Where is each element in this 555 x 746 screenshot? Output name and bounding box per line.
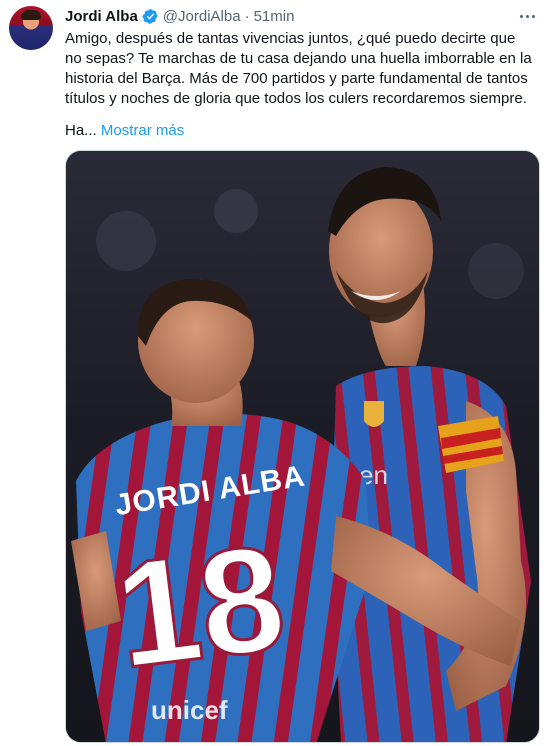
show-more-link[interactable]: Mostrar más [101, 122, 184, 139]
tweet[interactable]: Jordi Alba @JordiAlba · 51min Amigo, des… [0, 0, 555, 746]
author-avatar[interactable] [9, 6, 53, 50]
photo-illustration: ken JORDI ALBA 18 unicef [66, 151, 539, 742]
jersey-number: 18 [107, 512, 293, 699]
author-name[interactable]: Jordi Alba [65, 8, 138, 25]
separator-dot: · [244, 7, 250, 25]
author-handle[interactable]: @JordiAlba [163, 8, 241, 25]
tweet-header: Jordi Alba @JordiAlba · 51min [65, 6, 294, 26]
more-options-icon[interactable] [515, 6, 539, 26]
tweet-text: Amigo, después de tantas vivencias junto… [65, 30, 532, 107]
jersey-sponsor: unicef [151, 695, 228, 725]
verified-badge-icon [142, 8, 158, 24]
truncated-text: Ha... [65, 122, 97, 139]
tweet-photo[interactable]: ken JORDI ALBA 18 unicef [65, 150, 540, 743]
tweet-truncation: Ha... Mostrar más [65, 121, 184, 141]
tweet-timestamp[interactable]: 51min [254, 8, 295, 25]
